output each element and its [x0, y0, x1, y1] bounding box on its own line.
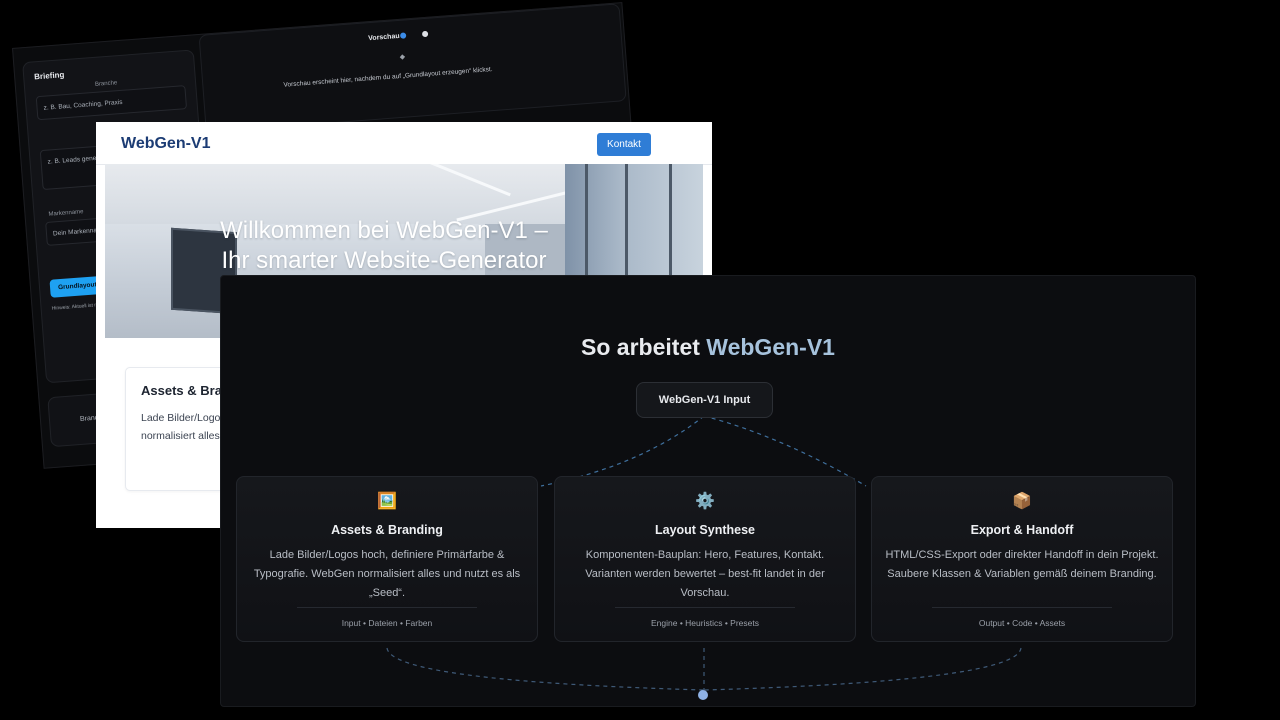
workflow-card-assets[interactable]: 🖼️ Assets & Branding Lade Bilder/Logos h… [236, 476, 538, 642]
hero-title: Willkommen bei WebGen-V1 – Ihr smarter W… [105, 216, 703, 276]
card-description: Komponenten-Bauplan: Hero, Features, Kon… [585, 549, 825, 599]
card-title: Layout Synthese [654, 523, 756, 537]
device-toggle[interactable] [421, 30, 429, 38]
site-feature-card-title: Assets & Bran [141, 383, 230, 398]
workflow-card-export[interactable]: 📦 Export & Handoff HTML/CSS-Export oder … [871, 476, 1173, 642]
output-node-dot [698, 690, 708, 700]
hero-title-line1: Willkommen bei WebGen-V1 – [220, 217, 548, 244]
preview-placeholder-text: Vorschau erscheint hier, nachdem du auf … [283, 66, 493, 89]
card-tags: Engine • Heuristics • Presets [651, 618, 759, 628]
briefing-title: Briefing [33, 70, 65, 82]
card-tags: Input • Dateien • Farben [341, 618, 433, 628]
card-tags: Output • Code • Assets [978, 618, 1066, 628]
card-description: HTML/CSS-Export oder direkter Handoff in… [885, 549, 1159, 580]
workflow-card-layout[interactable]: ⚙️ Layout Synthese Komponenten-Bauplan: … [554, 476, 856, 642]
brand-label: Markenname [48, 209, 84, 218]
preview-title: Vorschau [368, 32, 400, 43]
card-divider [297, 607, 477, 608]
device-toggle-active[interactable] [399, 32, 407, 39]
workflow-title: So arbeitet WebGen-V1 [221, 334, 1195, 361]
card-description: Lade Bilder/Logos hoch, definiere Primär… [253, 549, 521, 599]
package-icon: 📦 [1012, 493, 1032, 510]
workflow-panel: So arbeitet WebGen-V1 WebGen-V1 Input 🖼️… [220, 275, 1196, 707]
card-divider [615, 607, 795, 608]
card-divider [932, 607, 1112, 608]
site-navbar: WebGen-V1 Kontakt [96, 122, 712, 165]
card-title: Export & Handoff [970, 523, 1074, 537]
branche-label: Branche [94, 80, 118, 88]
gear-icon: ⚙️ [695, 493, 715, 510]
hero-title-line2: Ihr smarter Website-Generator [221, 247, 547, 274]
card-title: Assets & Branding [331, 523, 443, 537]
preview-panel: Vorschau ◆ Vorschau erscheint hier, nach… [198, 3, 627, 133]
workflow-title-prefix: So arbeitet [581, 334, 707, 360]
workflow-title-accent: WebGen-V1 [706, 334, 835, 360]
branche-input[interactable]: z. B. Bau, Coaching, Praxis [35, 85, 188, 121]
input-node[interactable]: WebGen-V1 Input [636, 382, 773, 418]
site-logo[interactable]: WebGen-V1 [121, 135, 211, 153]
diamond-icon: ◆ [399, 53, 406, 61]
image-icon: 🖼️ [377, 493, 397, 510]
contact-button[interactable]: Kontakt [597, 133, 651, 156]
